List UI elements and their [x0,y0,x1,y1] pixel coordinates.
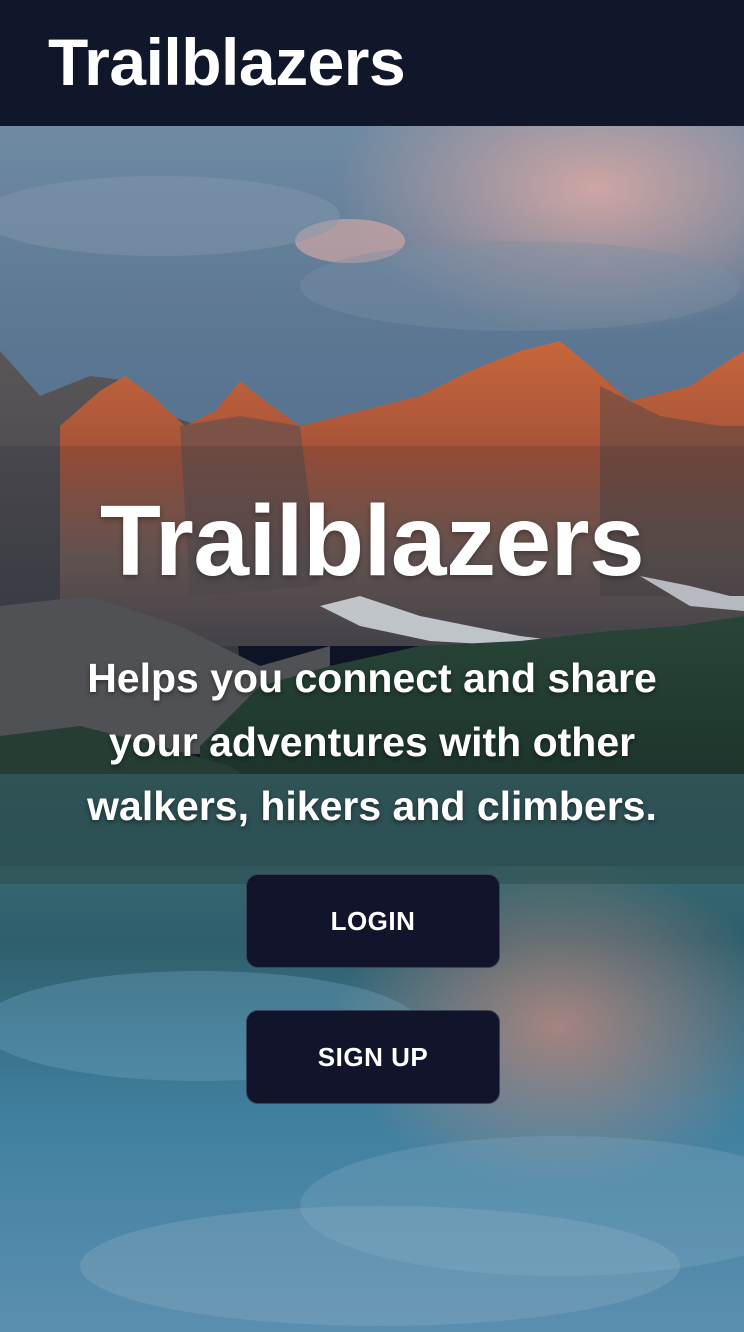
nav-brand-logo[interactable]: Trailblazers [48,22,406,102]
hero-tagline: Helps you connect and share your adventu… [87,655,657,829]
landing-page: Trailblazers Trailblazers Helps you conn… [0,0,744,1332]
hero-content: Trailblazers Helps you connect and share… [0,126,744,1332]
navbar: Trailblazers [0,0,744,126]
hero-section: Trailblazers Helps you connect and share… [0,126,744,1332]
sign-up-button[interactable]: SIGN UP [246,1010,500,1104]
login-button[interactable]: LOGIN [246,874,500,968]
hero-title: Trailblazers [99,485,645,597]
